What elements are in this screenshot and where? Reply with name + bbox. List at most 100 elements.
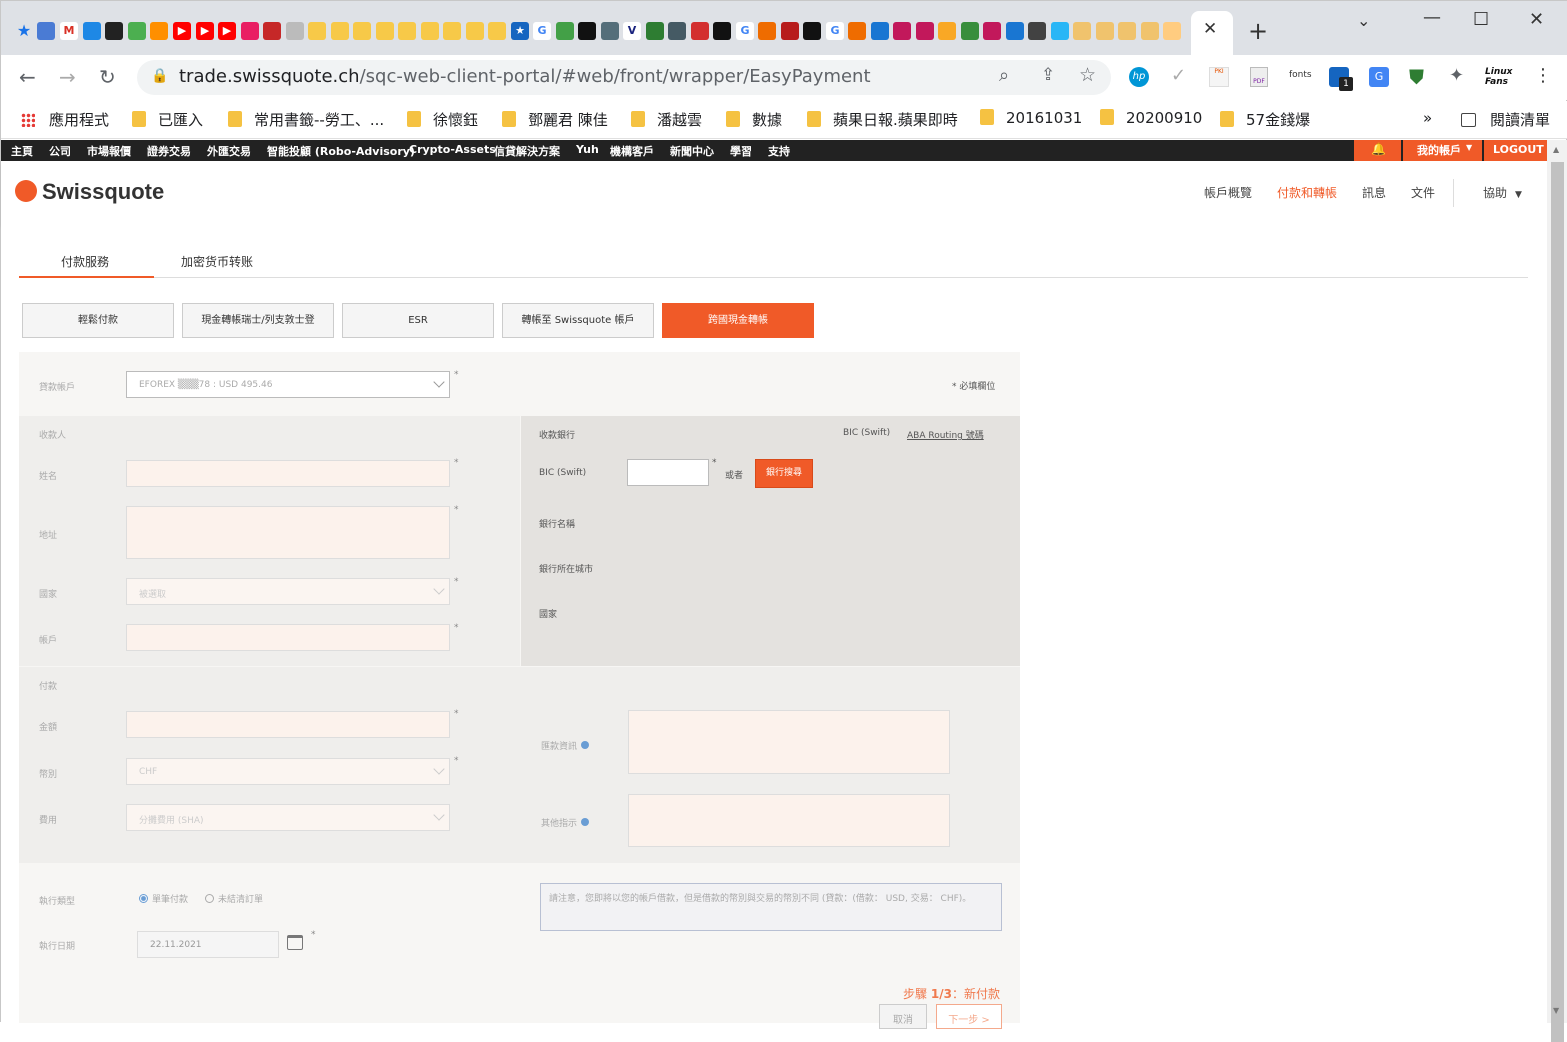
tab-favicon[interactable] <box>150 22 168 40</box>
tab-favicon[interactable] <box>241 22 259 40</box>
bic-input[interactable] <box>627 459 709 486</box>
tab-favicon[interactable] <box>353 22 371 40</box>
bookmark-folder[interactable]: 20161031 <box>980 109 1082 127</box>
bookmark-folder[interactable]: 20200910 <box>1100 109 1202 127</box>
bookmark-folder[interactable]: 潘越雲 <box>631 109 702 130</box>
tab-favicon[interactable] <box>488 22 506 40</box>
topnav-item[interactable]: 新聞中心 <box>670 143 714 159</box>
name-input[interactable] <box>126 460 450 487</box>
minimize-icon[interactable]: — <box>1423 7 1441 28</box>
forward-icon[interactable]: → <box>59 65 76 89</box>
tab-favicon[interactable] <box>331 22 349 40</box>
tab-favicon[interactable] <box>105 22 123 40</box>
tab-favicon[interactable] <box>713 22 731 40</box>
tab-favicon[interactable] <box>803 22 821 40</box>
bookmarks-overflow[interactable]: » <box>1423 109 1432 127</box>
scroll-thumb[interactable] <box>1551 162 1564 1042</box>
amount-input[interactable] <box>126 711 450 738</box>
tab-favicon[interactable] <box>781 22 799 40</box>
bookmark-star-icon[interactable]: ☆ <box>1079 64 1096 86</box>
google-icon[interactable]: G <box>533 22 551 40</box>
tab-favicon[interactable] <box>578 22 596 40</box>
topnav-item[interactable]: 外匯交易 <box>207 143 251 159</box>
tab-favicon[interactable] <box>398 22 416 40</box>
tab-favicon[interactable] <box>421 22 439 40</box>
tab-favicon[interactable] <box>1073 22 1091 40</box>
back-icon[interactable]: ← <box>19 65 36 89</box>
close-window-icon[interactable]: ✕ <box>1529 9 1544 30</box>
tab-favicon[interactable] <box>1096 22 1114 40</box>
tab-favicon[interactable] <box>646 22 664 40</box>
maximize-icon[interactable]: ☐ <box>1473 9 1489 30</box>
aba-routing-link[interactable]: ABA Routing 號碼 <box>907 428 984 441</box>
tab-favicon[interactable] <box>758 22 776 40</box>
topnav-item[interactable]: Crypto-Assets <box>409 143 496 156</box>
topnav-item[interactable]: 主頁 <box>11 143 33 159</box>
bookmark-folder[interactable]: 常用書籤--勞工、... <box>228 109 384 130</box>
tab-favicon[interactable] <box>848 22 866 40</box>
share-icon[interactable]: ⇪ <box>1041 65 1055 85</box>
currency-select[interactable]: CHF <box>126 758 450 785</box>
topnav-item[interactable]: 支持 <box>768 143 790 159</box>
bookmark-folder[interactable]: 已匯入 <box>132 109 203 130</box>
tab-favicon[interactable] <box>308 22 326 40</box>
topnav-item[interactable]: 智能投顧 (Robo-Advisory) <box>267 143 415 159</box>
topnav-item[interactable]: 市場報價 <box>87 143 131 159</box>
scroll-down-icon[interactable]: ▼ <box>1553 1006 1559 1015</box>
address-bar[interactable]: 🔒 trade.swissquote.ch/sqc-web-client-por… <box>137 60 1111 95</box>
bookmark-folder[interactable]: 蘋果日報.蘋果即時 <box>807 109 958 130</box>
active-tab[interactable]: ✕ <box>1191 11 1233 55</box>
url-text[interactable]: trade.swissquote.ch/sqc-web-client-porta… <box>179 66 871 87</box>
tab-favicon[interactable] <box>1118 22 1136 40</box>
tab-favicon[interactable] <box>37 22 55 40</box>
raspberry-icon[interactable] <box>893 22 911 40</box>
tab-favicon[interactable] <box>443 22 461 40</box>
address-input[interactable] <box>126 506 450 559</box>
tab-search-icon[interactable]: ⌄ <box>1357 11 1370 30</box>
tab-favicon[interactable] <box>1051 22 1069 40</box>
radio-single-payment[interactable]: 單筆付款 <box>139 892 188 905</box>
tab-favicon[interactable] <box>1141 22 1159 40</box>
tab-favicon[interactable] <box>1006 22 1024 40</box>
bookmark-folder[interactable]: 數據 <box>726 109 782 130</box>
shield-extension-icon[interactable]: ⛊ <box>1409 65 1424 89</box>
debit-account-select[interactable]: EFOREX ▒▒▒78 : USD 495.46 <box>126 371 450 398</box>
bic-option[interactable]: BIC (Swift) <box>843 428 890 438</box>
tab-favicon[interactable] <box>601 22 619 40</box>
info-icon[interactable] <box>581 818 590 826</box>
next-button[interactable]: 下一步 > <box>936 1004 1002 1029</box>
topnav-item[interactable]: 學習 <box>730 143 752 159</box>
linuxfans-extension-icon[interactable]: Linux Fans <box>1485 67 1519 87</box>
topnav-item[interactable]: 信貸解決方案 <box>494 143 560 159</box>
tab-favicon[interactable] <box>691 22 709 40</box>
extensions-puzzle-icon[interactable]: ✦ <box>1449 65 1464 86</box>
scroll-up-icon[interactable]: ▲ <box>1553 145 1559 154</box>
tab-favicon[interactable] <box>871 22 889 40</box>
google-icon[interactable]: G <box>736 22 754 40</box>
lock-icon[interactable]: 🔒 <box>151 68 168 84</box>
youtube-icon[interactable]: ▶ <box>196 22 214 40</box>
tab-favicon[interactable]: V <box>623 22 641 40</box>
other-instructions-input[interactable] <box>628 794 950 847</box>
new-tab-icon[interactable]: + <box>1248 17 1268 45</box>
hp-extension-icon[interactable]: hp <box>1129 67 1149 87</box>
tab-favicon[interactable] <box>556 22 574 40</box>
logout-button[interactable]: LOGOUT <box>1484 140 1547 161</box>
bookmark-folder[interactable]: 鄧麗君 陳佳 <box>502 109 608 130</box>
apps-bookmark[interactable]: 應用程式 <box>21 109 109 130</box>
tab-favicon[interactable] <box>128 22 146 40</box>
bookmark-folder[interactable]: 徐懷鈺 <box>407 109 478 130</box>
account-input[interactable] <box>126 624 450 651</box>
tab-favicon[interactable] <box>83 22 101 40</box>
topnav-item[interactable]: 機構客戶 <box>610 143 654 159</box>
tab-favicon[interactable] <box>263 22 281 40</box>
page-scrollbar[interactable]: ▲ ▼ <box>1547 140 1567 1042</box>
country-select[interactable]: 被選取 <box>126 578 450 605</box>
esr-button[interactable]: ESR <box>342 303 494 338</box>
easy-payment-button[interactable]: 輕鬆付款 <box>22 303 174 338</box>
nav-messages[interactable]: 訊息 <box>1362 184 1386 201</box>
youtube-icon[interactable]: ▶ <box>218 22 236 40</box>
bank-search-button[interactable]: 銀行搜尋 <box>755 459 813 488</box>
smartpki-extension-icon[interactable]: PKI <box>1209 67 1229 87</box>
pdf-extension-icon[interactable]: PDF <box>1250 67 1268 87</box>
